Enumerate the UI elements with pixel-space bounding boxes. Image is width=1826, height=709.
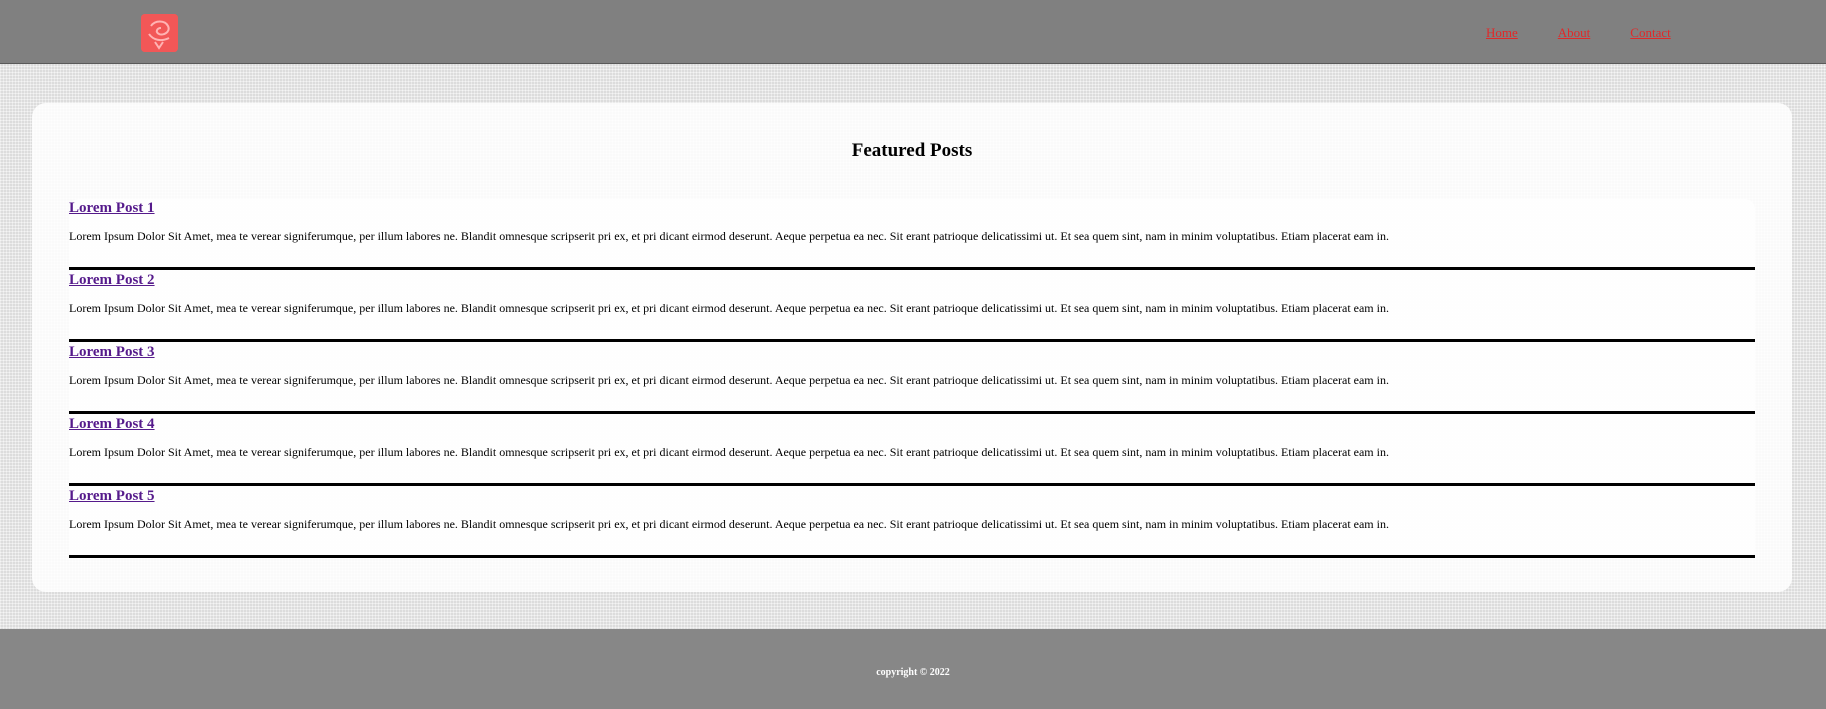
main-nav: Home About Contact [1486,25,1711,41]
post-title-link[interactable]: Lorem Post 5 [69,487,155,505]
post-list: Lorem Post 1 Lorem Ipsum Dolor Sit Amet,… [69,199,1755,559]
post-item: Lorem Post 1 Lorem Ipsum Dolor Sit Amet,… [69,199,1755,270]
post-excerpt: Lorem Ipsum Dolor Sit Amet, mea te verea… [69,517,1389,531]
featured-posts-card: Featured Posts Lorem Post 1 Lorem Ipsum … [32,103,1792,592]
post-title-link[interactable]: Lorem Post 4 [69,415,155,433]
copyright-text: copyright © 2022 [876,667,950,678]
post-title-link[interactable]: Lorem Post 2 [69,271,155,289]
post-item: Lorem Post 2 Lorem Ipsum Dolor Sit Amet,… [69,271,1755,342]
post-excerpt: Lorem Ipsum Dolor Sit Amet, mea te verea… [69,229,1389,243]
post-excerpt: Lorem Ipsum Dolor Sit Amet, mea te verea… [69,301,1389,315]
site-header: Home About Contact [0,0,1826,64]
post-excerpt: Lorem Ipsum Dolor Sit Amet, mea te verea… [69,373,1389,387]
post-item: Lorem Post 4 Lorem Ipsum Dolor Sit Amet,… [69,415,1755,486]
nav-link-about[interactable]: About [1558,25,1591,41]
post-title-link[interactable]: Lorem Post 3 [69,343,155,361]
post-item: Lorem Post 3 Lorem Ipsum Dolor Sit Amet,… [69,343,1755,414]
nav-link-home[interactable]: Home [1486,25,1518,41]
post-excerpt: Lorem Ipsum Dolor Sit Amet, mea te verea… [69,445,1389,459]
rose-logo-icon[interactable] [141,14,178,52]
post-title-link[interactable]: Lorem Post 1 [69,199,155,217]
page-title: Featured Posts [851,140,973,161]
post-item: Lorem Post 5 Lorem Ipsum Dolor Sit Amet,… [69,487,1755,558]
site-footer: copyright © 2022 [0,629,1826,709]
nav-link-contact[interactable]: Contact [1630,25,1670,41]
